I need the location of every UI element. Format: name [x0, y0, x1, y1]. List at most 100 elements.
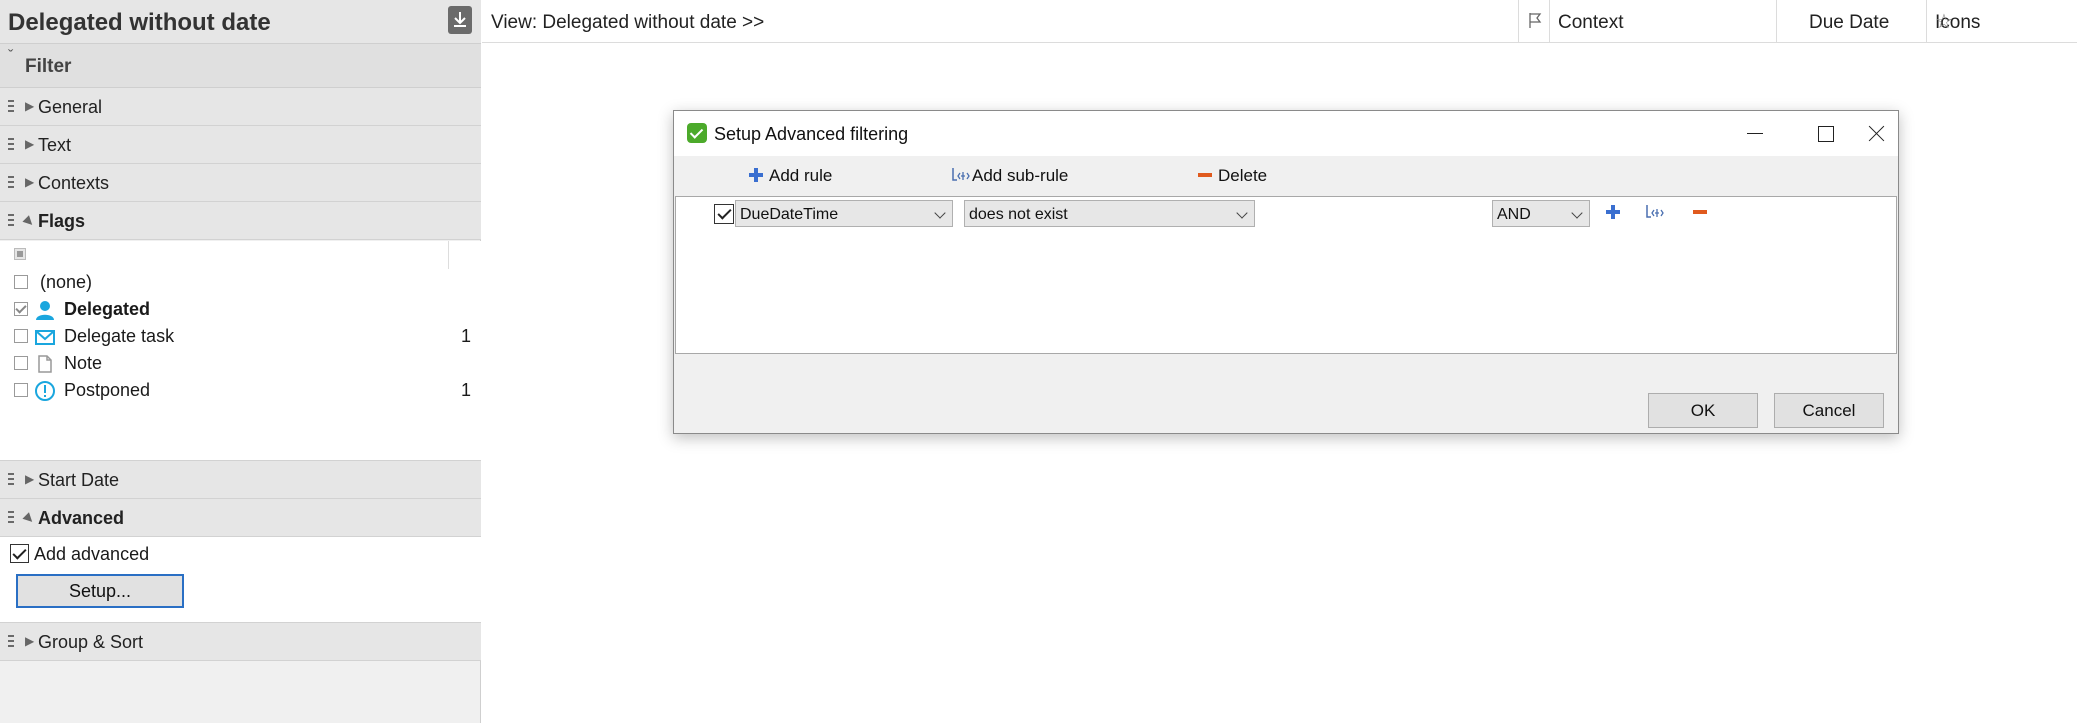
- exclamation-icon: [35, 381, 55, 401]
- chevron-down-icon: [934, 207, 946, 219]
- minimize-button[interactable]: [1723, 111, 1787, 156]
- section-text[interactable]: ▶ Text: [0, 126, 481, 164]
- flag-name: Note: [64, 353, 103, 373]
- flag-count: 1: [460, 326, 471, 346]
- flag-item-none[interactable]: (none): [0, 269, 481, 296]
- star-icon[interactable]: ☆: [1935, 9, 2065, 34]
- add-rule-icon[interactable]: [1605, 204, 1621, 220]
- field-value: DueDateTime: [740, 206, 839, 223]
- flag-item-delegated[interactable]: Delegated: [0, 296, 481, 323]
- flag-checkbox[interactable]: [14, 302, 28, 316]
- panel-title: Delegated without date: [8, 9, 271, 36]
- note-icon: [38, 355, 52, 373]
- rule-enabled-checkbox[interactable]: [714, 204, 734, 224]
- advanced-body: Add advanced Setup...: [0, 537, 481, 623]
- flag-item-postponed[interactable]: Postponed 1: [0, 377, 481, 404]
- delete-button[interactable]: Delete: [1197, 166, 1267, 186]
- setup-button[interactable]: Setup...: [16, 574, 184, 608]
- grip-icon: [8, 635, 14, 649]
- flag-item-note[interactable]: Note: [0, 350, 481, 377]
- dialog-title: Setup Advanced filtering: [714, 124, 909, 144]
- triangle-open-icon: ▶: [21, 509, 38, 527]
- task-list-header: View: Delegated without date >> Context …: [482, 0, 2077, 43]
- grip-icon: [8, 473, 14, 487]
- cancel-button[interactable]: Cancel: [1774, 393, 1884, 428]
- column-context[interactable]: Context: [1549, 0, 1776, 43]
- column-icons[interactable]: Icons ☆: [1926, 0, 2077, 43]
- flag-checkbox[interactable]: [14, 329, 28, 343]
- grip-icon: [8, 138, 14, 152]
- triangle-right-icon: ▶: [25, 634, 35, 648]
- sub-rule-icon: [952, 168, 970, 181]
- column-flag[interactable]: [1518, 0, 1549, 43]
- triangle-open-icon: ▶: [21, 212, 38, 230]
- dialog-toolbar: Add rule Add sub-rule Delete: [674, 156, 1898, 196]
- section-advanced[interactable]: ▶ Advanced: [0, 499, 481, 537]
- section-label: Group & Sort: [38, 632, 144, 652]
- section-label: Start Date: [38, 470, 120, 490]
- flag-name: Delegated: [64, 299, 151, 319]
- person-icon: [36, 301, 54, 320]
- delete-rule-icon[interactable]: [1692, 204, 1708, 220]
- section-label: Flags: [38, 211, 86, 231]
- flag-checkbox[interactable]: [14, 383, 28, 397]
- panel-title-bar: Delegated without date: [0, 0, 481, 44]
- column-due-date[interactable]: Due Date: [1776, 0, 1926, 43]
- view-selector[interactable]: View: Delegated without date >>: [491, 12, 764, 34]
- column-label: Context: [1558, 12, 1624, 33]
- chevron-down-icon: [1236, 207, 1248, 219]
- section-flags[interactable]: ▶ Flags: [0, 202, 481, 240]
- operator-value: does not exist: [969, 206, 1068, 223]
- column-label: Due Date: [1809, 12, 1890, 33]
- flag-checkbox[interactable]: [14, 356, 28, 370]
- close-button[interactable]: [1862, 111, 1898, 156]
- section-contexts[interactable]: ▶ Contexts: [0, 164, 481, 202]
- add-advanced-label: Add advanced: [34, 544, 150, 564]
- add-sub-rule-icon[interactable]: [1645, 204, 1667, 220]
- add-advanced-checkbox[interactable]: [10, 544, 29, 563]
- grip-icon: [8, 100, 14, 114]
- add-rule-button[interactable]: Add rule: [748, 166, 832, 186]
- section-start-date[interactable]: ▶ Start Date: [0, 461, 481, 499]
- envelope-icon: [35, 330, 55, 345]
- grip-icon: [8, 511, 14, 525]
- rules-list: DueDateTime does not exist AND: [675, 196, 1897, 354]
- section-label: Advanced: [38, 508, 125, 528]
- filter-header[interactable]: ˇ Filter: [0, 44, 481, 88]
- grip-icon: [8, 214, 14, 228]
- ok-button[interactable]: OK: [1648, 393, 1758, 428]
- download-icon[interactable]: [448, 6, 472, 34]
- conjunction-select[interactable]: AND: [1492, 200, 1590, 227]
- minus-icon: [1198, 173, 1212, 177]
- operator-select[interactable]: does not exist: [964, 200, 1255, 227]
- triangle-right-icon: ▶: [25, 175, 35, 189]
- field-select[interactable]: DueDateTime: [735, 200, 953, 227]
- conjunction-value: AND: [1497, 206, 1531, 223]
- flag-checkbox[interactable]: [14, 275, 28, 289]
- dialog-title-bar: Setup Advanced filtering: [674, 111, 1898, 156]
- column-divider: [448, 241, 449, 269]
- add-sub-rule-button[interactable]: Add sub-rule: [951, 166, 1068, 186]
- flag-count: 1: [460, 380, 471, 400]
- advanced-filter-dialog: Setup Advanced filtering Add rule Add su…: [673, 110, 1899, 434]
- maximize-button[interactable]: [1793, 111, 1857, 156]
- chevron-down-icon: ˇ: [8, 48, 14, 65]
- section-label: Contexts: [38, 173, 110, 193]
- flag-name: Delegate task: [64, 326, 175, 346]
- triangle-right-icon: ▶: [25, 99, 35, 113]
- triangle-right-icon: ▶: [25, 137, 35, 151]
- plus-icon: [749, 168, 763, 182]
- flag-name: (none): [40, 272, 93, 292]
- app-check-icon: [687, 123, 707, 143]
- section-general[interactable]: ▶ General: [0, 88, 481, 126]
- triangle-right-icon: ▶: [25, 472, 35, 486]
- grip-icon: [8, 176, 14, 190]
- section-label: General: [38, 97, 103, 117]
- flag-icon: [1529, 13, 1542, 28]
- flag-item-delegate-task[interactable]: Delegate task 1: [0, 323, 481, 350]
- flag-name: Postponed: [64, 380, 151, 400]
- section-label: Text: [38, 135, 72, 155]
- select-all-checkbox[interactable]: [14, 248, 26, 260]
- chevron-down-icon: [1571, 207, 1583, 219]
- section-group-sort[interactable]: ▶ Group & Sort: [0, 623, 481, 661]
